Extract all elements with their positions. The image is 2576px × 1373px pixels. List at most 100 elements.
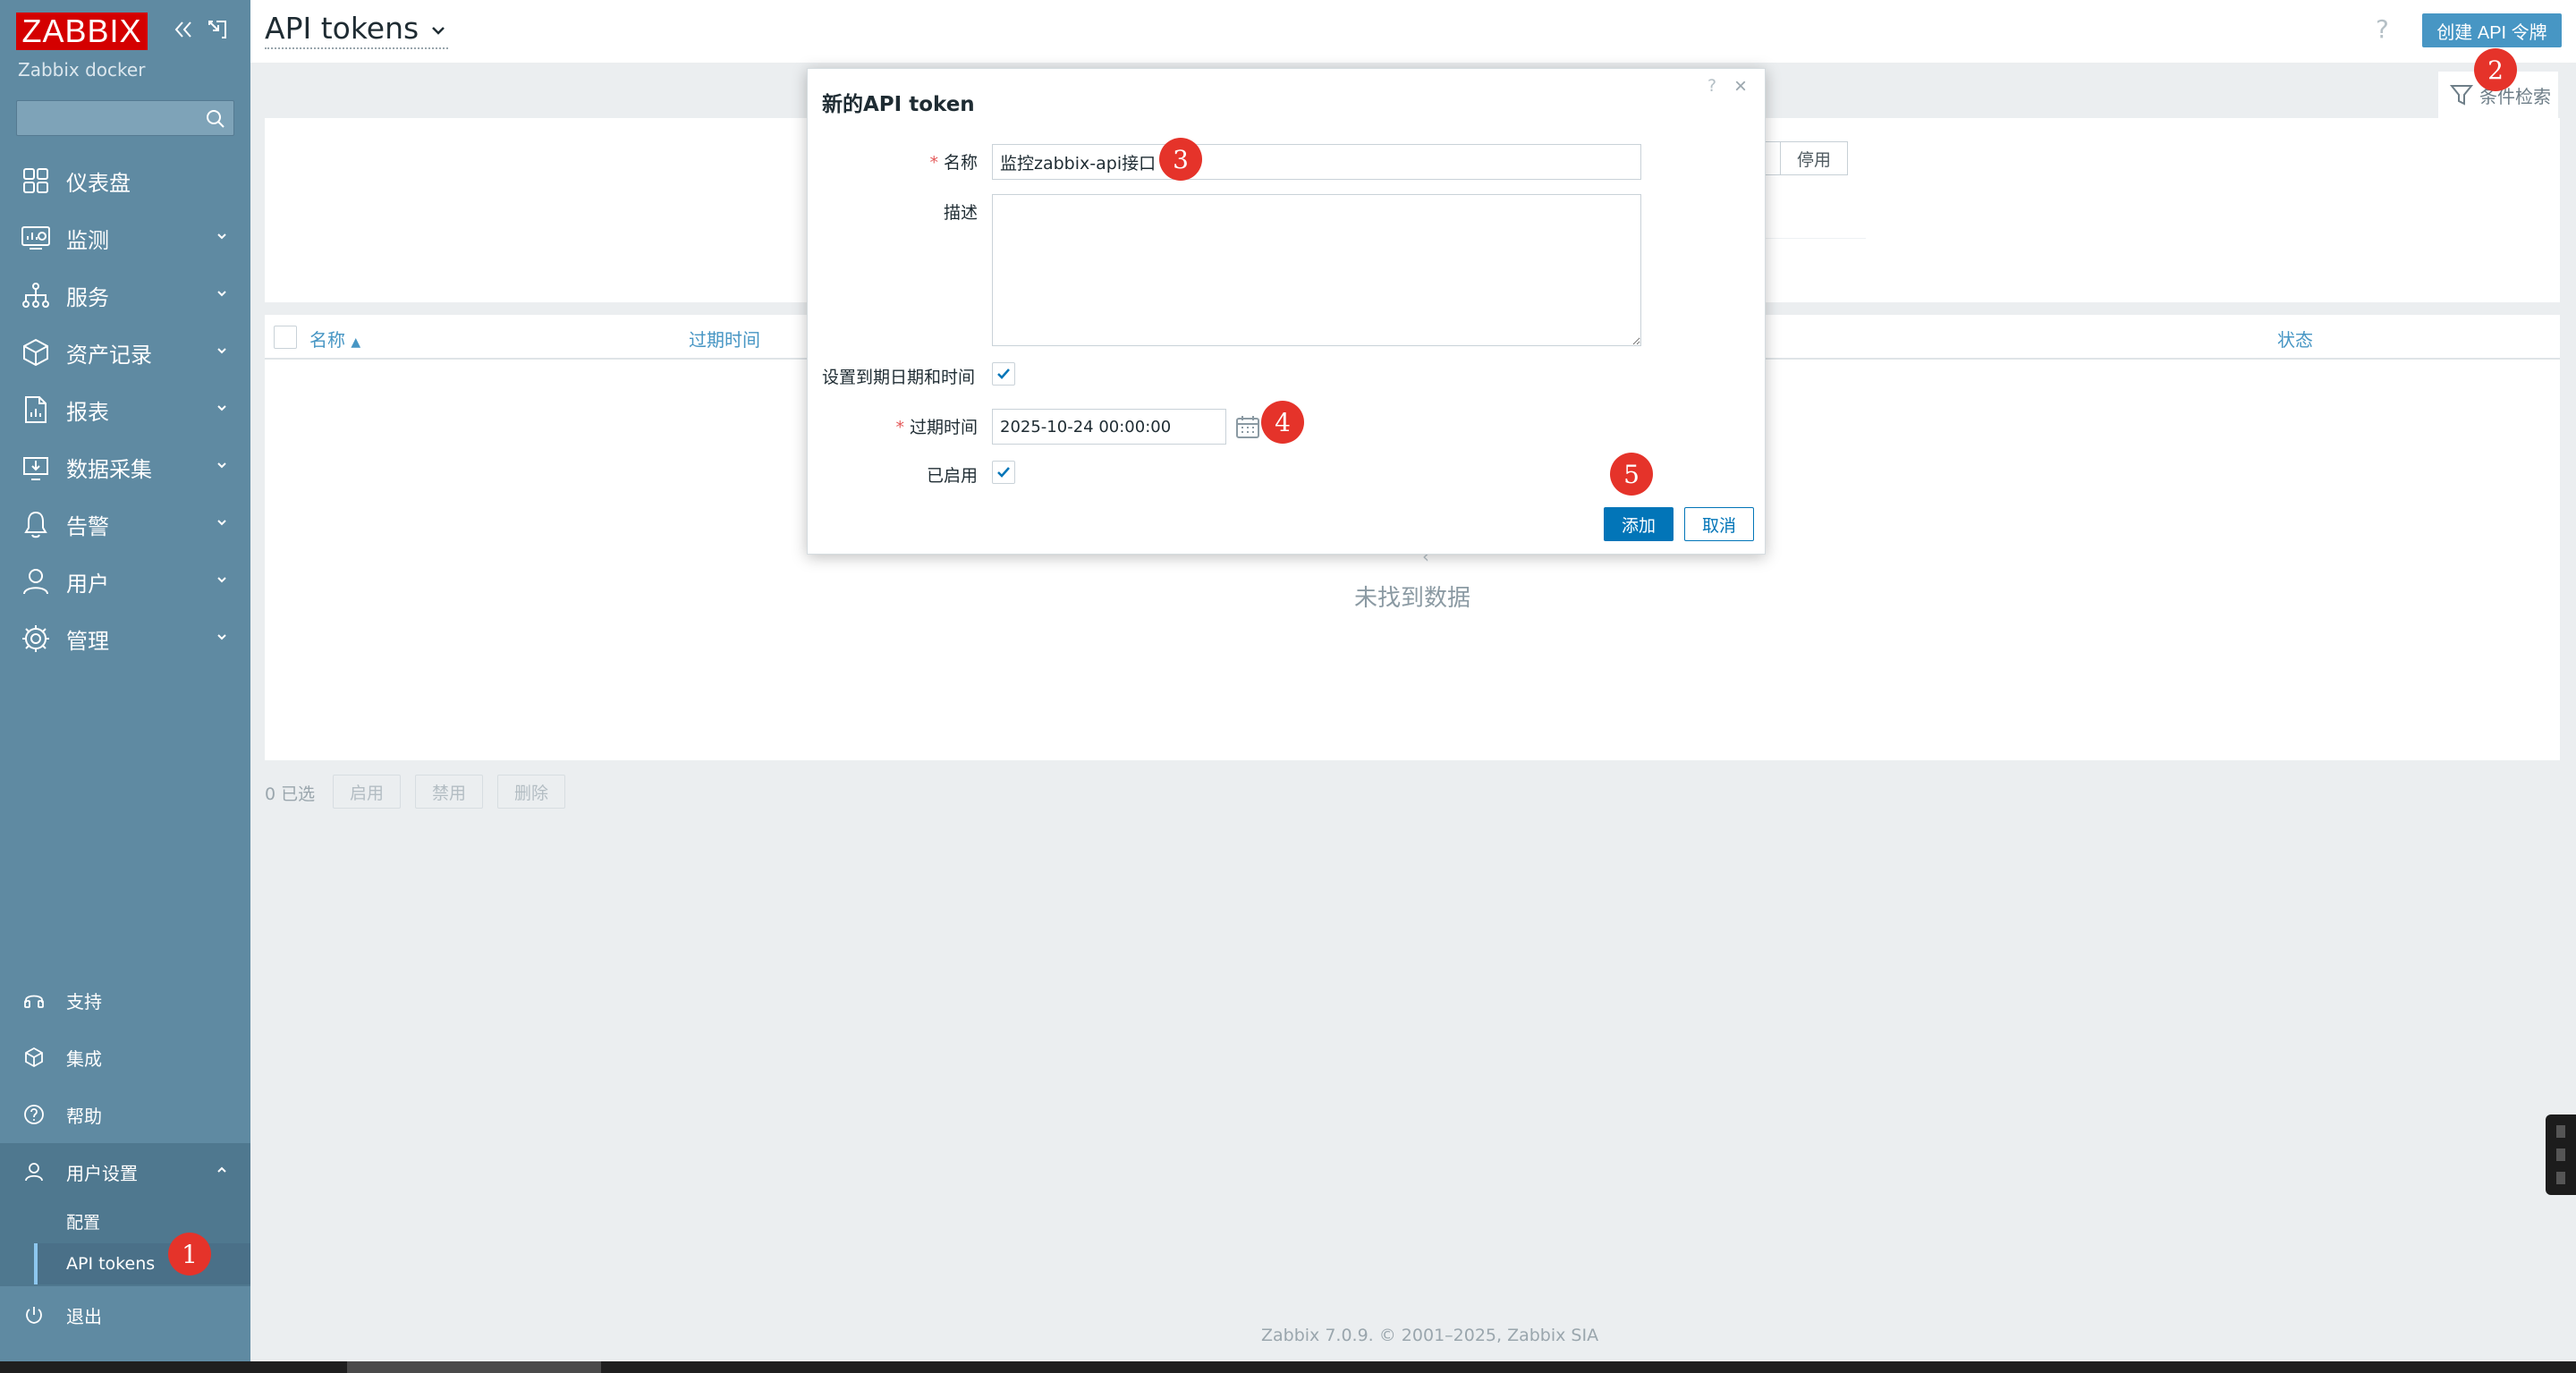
- zabbix-logo[interactable]: ZABBIX: [16, 13, 148, 50]
- set-expiry-checkbox[interactable]: [992, 362, 1015, 386]
- services-icon: [18, 277, 54, 313]
- enable-button[interactable]: 启用: [333, 775, 401, 809]
- help-icon[interactable]: ?: [2376, 14, 2389, 44]
- inventory-icon: [18, 335, 54, 370]
- menu-services[interactable]: 服务: [0, 270, 250, 320]
- set-expiry-label: 设置到期日期和时间: [822, 368, 976, 387]
- menu-label: 管理: [66, 628, 109, 654]
- filter-icon: [2449, 85, 2474, 106]
- create-api-token-button[interactable]: 创建 API 令牌: [2422, 13, 2562, 47]
- enabled-checkbox[interactable]: [992, 461, 1015, 484]
- menu-alerts[interactable]: 告警: [0, 499, 250, 549]
- menu-integrations[interactable]: 集成: [0, 1032, 250, 1082]
- menu-label: 监测: [66, 227, 109, 253]
- dashboard-icon: [18, 163, 54, 199]
- menu-label: 用户设置: [66, 1162, 138, 1184]
- menu-label: 集成: [66, 1047, 102, 1070]
- reports-icon: [18, 392, 54, 428]
- chevron-down-icon: [217, 462, 226, 469]
- users-icon: [18, 564, 54, 599]
- menu-support[interactable]: 支持: [0, 975, 250, 1025]
- chevron-down-icon: [217, 405, 226, 411]
- select-all-checkbox[interactable]: [274, 326, 297, 349]
- chevron-down-icon: [217, 348, 226, 354]
- menu-help[interactable]: 帮助: [0, 1089, 250, 1140]
- collapse-arrow-icon[interactable]: [204, 16, 231, 43]
- help-icon[interactable]: ?: [1707, 76, 1716, 96]
- gear-icon: [18, 621, 54, 657]
- close-icon[interactable]: ×: [1734, 74, 1747, 99]
- no-data-text: 未找到数据: [1354, 585, 1471, 612]
- chevron-down-icon: [217, 577, 226, 583]
- check-icon: [997, 467, 1010, 478]
- chevron-up-icon: [217, 1166, 226, 1173]
- integrations-icon: [20, 1043, 48, 1072]
- footer-copyright: Zabbix 7.0.9. © 2001–2025, Zabbix SIA: [1261, 1326, 1599, 1345]
- menu-user-settings[interactable]: 用户设置: [0, 1147, 250, 1197]
- menu-label: 仪表盘: [66, 170, 131, 196]
- menu-administration[interactable]: 管理: [0, 614, 250, 664]
- column-status[interactable]: 状态: [2277, 326, 2313, 352]
- submenu-profile[interactable]: 配置: [34, 1200, 250, 1242]
- disable-button[interactable]: 禁用: [415, 775, 483, 809]
- menu-monitoring[interactable]: 监测: [0, 213, 250, 263]
- menu-inventory[interactable]: 资产记录: [0, 327, 250, 377]
- selected-count: 0 已选: [265, 784, 316, 804]
- description-textarea[interactable]: [992, 194, 1641, 346]
- page-title[interactable]: API tokens: [265, 11, 448, 49]
- enabled-label: 已启用: [926, 466, 978, 486]
- help-icon: [20, 1100, 48, 1129]
- menu-label: 服务: [66, 284, 109, 310]
- chevron-down-icon: [217, 634, 226, 640]
- menu-label: 帮助: [66, 1105, 102, 1127]
- double-chevron-left-icon[interactable]: [170, 16, 197, 43]
- add-button[interactable]: 添加: [1604, 507, 1674, 541]
- scrollbar-thumb[interactable]: [347, 1361, 601, 1373]
- status-option-disabled[interactable]: 停用: [1780, 141, 1848, 175]
- step-marker-2: 2: [2474, 48, 2517, 91]
- bell-icon: [18, 506, 54, 542]
- expires-at-input[interactable]: [992, 409, 1226, 445]
- menu-label: 支持: [66, 990, 102, 1013]
- header-bar: [250, 0, 2576, 63]
- side-widget[interactable]: [2546, 1115, 2576, 1195]
- chevron-down-icon: [217, 520, 226, 526]
- submenu-api-tokens[interactable]: API tokens: [34, 1243, 250, 1284]
- sidebar-search-input[interactable]: [16, 100, 234, 136]
- column-name[interactable]: 名称 ▲: [309, 326, 360, 352]
- column-expires[interactable]: 过期时间: [689, 326, 760, 352]
- step-marker-1: 1: [168, 1233, 211, 1276]
- user-icon: [20, 1157, 48, 1186]
- menu-label: 用户: [66, 571, 109, 597]
- name-label: * 名称: [929, 153, 978, 173]
- chevron-down-icon: [217, 233, 226, 240]
- sort-asc-icon: ▲: [351, 335, 361, 350]
- menu-reports[interactable]: 报表: [0, 385, 250, 435]
- power-icon: [20, 1301, 48, 1329]
- cancel-button[interactable]: 取消: [1684, 507, 1754, 541]
- menu-label: 告警: [66, 513, 109, 539]
- monitoring-icon: [18, 220, 54, 256]
- step-marker-4: 4: [1261, 401, 1304, 444]
- menu-users[interactable]: 用户: [0, 556, 250, 606]
- expires-label: * 过期时间: [895, 418, 978, 437]
- delete-button[interactable]: 删除: [497, 775, 565, 809]
- menu-label: 数据采集: [66, 456, 152, 482]
- step-marker-3: 3: [1159, 138, 1202, 181]
- chevron-down-icon: [217, 291, 226, 297]
- check-icon: [997, 369, 1010, 379]
- menu-data-collection[interactable]: 数据采集: [0, 442, 250, 492]
- headset-icon: [20, 986, 48, 1014]
- data-collection-icon: [18, 449, 54, 485]
- description-label: 描述: [943, 203, 978, 223]
- menu-label: 报表: [66, 399, 109, 425]
- server-name: Zabbix docker: [18, 59, 146, 81]
- chevron-down-icon: [431, 26, 445, 35]
- menu-signout[interactable]: 退出: [0, 1290, 250, 1340]
- dialog-title: 新的API token: [822, 93, 975, 116]
- name-input[interactable]: [992, 144, 1641, 180]
- menu-label: 退出: [66, 1305, 102, 1327]
- menu-dashboard[interactable]: 仪表盘: [0, 156, 250, 206]
- calendar-icon[interactable]: [1232, 411, 1264, 443]
- search-icon[interactable]: [205, 108, 226, 130]
